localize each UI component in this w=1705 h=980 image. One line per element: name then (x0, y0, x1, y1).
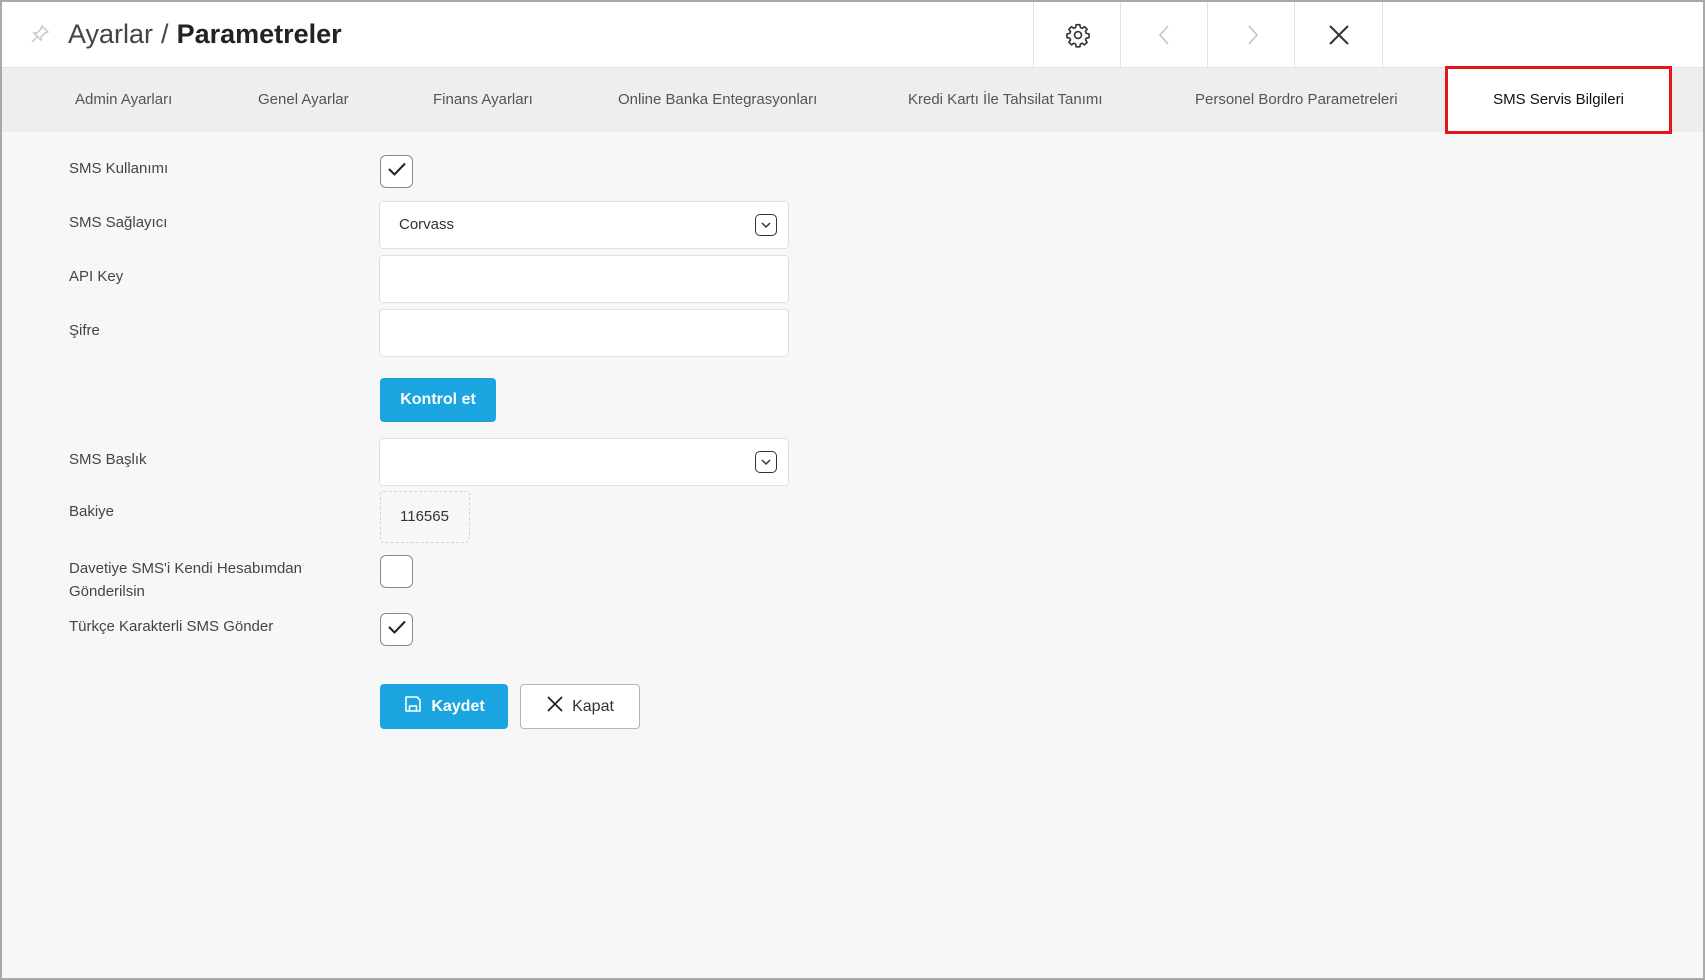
invite-own-account-label-line2: Gönderilsin (69, 583, 145, 600)
tab-finans-ayarlari[interactable]: Finans Ayarları (433, 68, 533, 132)
close-icon (1328, 24, 1350, 46)
turkish-chars-checkbox[interactable] (380, 613, 413, 646)
breadcrumb-root[interactable]: Ayarlar (68, 19, 153, 49)
sms-provider-value: Corvass (399, 216, 455, 233)
pin-icon[interactable] (29, 23, 51, 45)
checkmark-icon (387, 619, 407, 640)
cancel-button[interactable]: Kapat (520, 684, 640, 729)
sms-provider-select[interactable]: Corvass (379, 201, 789, 249)
gear-icon (1065, 22, 1091, 48)
sms-header-label: SMS Başlık (69, 451, 147, 468)
chevron-right-icon (1243, 24, 1261, 46)
balance-value: 116565 (400, 508, 449, 525)
next-button[interactable] (1207, 2, 1295, 67)
password-label: Şifre (69, 322, 100, 339)
api-key-input[interactable] (379, 255, 789, 303)
header-bar: Ayarlar / Parametreler (2, 2, 1703, 68)
password-input[interactable] (379, 309, 789, 357)
chevron-down-icon (755, 451, 777, 473)
cancel-button-label: Kapat (572, 697, 614, 715)
tab-kredi-karti-tahsilat[interactable]: Kredi Kartı İle Tahsilat Tanımı (908, 68, 1103, 132)
save-icon (403, 694, 431, 719)
previous-button[interactable] (1120, 2, 1208, 67)
page-title: Ayarlar / Parametreler (68, 17, 342, 51)
tab-genel-ayarlar[interactable]: Genel Ayarlar (258, 68, 349, 132)
invite-own-account-label-line1: Davetiye SMS'i Kendi Hesabımdan (69, 560, 302, 577)
save-button-label: Kaydet (431, 697, 485, 715)
sms-provider-label: SMS Sağlayıcı (69, 214, 168, 231)
tab-bar: Admin Ayarları Genel Ayarlar Finans Ayar… (2, 66, 1703, 134)
tab-sms-servis-bilgileri[interactable]: SMS Servis Bilgileri (1445, 66, 1672, 134)
tab-online-banka-entegrasyonlari[interactable]: Online Banka Entegrasyonları (618, 68, 817, 132)
chevron-down-icon (755, 214, 777, 236)
tab-personel-bordro[interactable]: Personel Bordro Parametreleri (1195, 68, 1398, 132)
balance-label: Bakiye (69, 503, 115, 520)
breadcrumb-separator: / (161, 19, 169, 49)
invite-own-account-checkbox[interactable] (380, 555, 413, 588)
checkmark-icon (387, 161, 407, 182)
save-button[interactable]: Kaydet (380, 684, 508, 729)
close-icon (546, 695, 572, 718)
sms-header-select[interactable] (379, 438, 789, 486)
api-key-label: API Key (69, 268, 124, 285)
breadcrumb-current: Parametreler (176, 19, 342, 49)
close-window-button[interactable] (1294, 2, 1383, 67)
tab-admin-ayarlari[interactable]: Admin Ayarları (75, 68, 172, 132)
settings-button[interactable] (1033, 2, 1121, 67)
chevron-left-icon (1156, 24, 1174, 46)
check-button-label: Kontrol et (400, 391, 476, 408)
check-credentials-button[interactable]: Kontrol et (380, 378, 496, 422)
sms-usage-checkbox[interactable] (380, 155, 413, 188)
sms-usage-label: SMS Kullanımı (69, 160, 169, 177)
settings-window: Ayarlar / Parametreler Admin Ayarları Ge… (0, 0, 1705, 980)
turkish-chars-label: Türkçe Karakterli SMS Gönder (69, 618, 274, 635)
balance-value-box: 116565 (380, 491, 470, 543)
